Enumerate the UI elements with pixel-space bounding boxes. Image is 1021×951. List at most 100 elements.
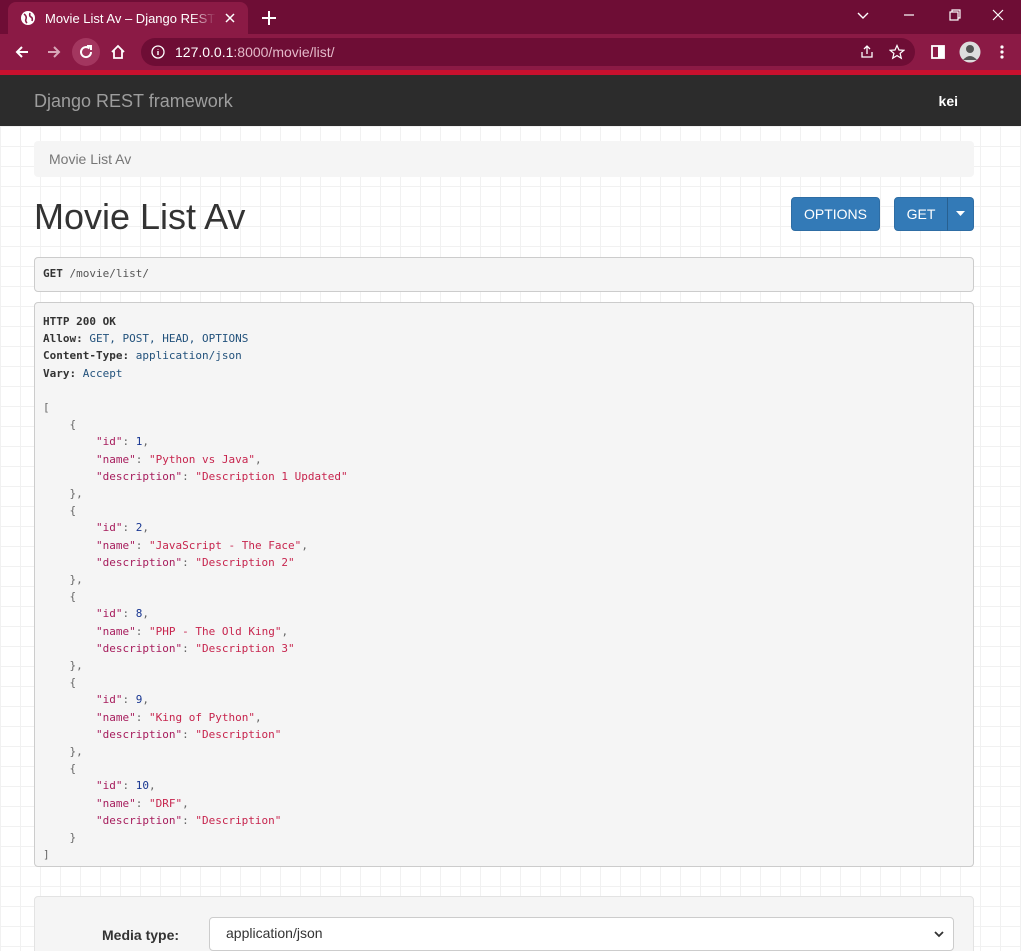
page-content: Movie List Av Movie List Av OPTIONS GET … [0, 126, 1021, 951]
json-comma: , [142, 521, 149, 535]
json-key: "description" [95, 727, 183, 741]
json-colon: : [135, 538, 149, 552]
json-string-value: "Description 3" [195, 641, 295, 655]
json-colon: : [135, 710, 149, 724]
header-colon: : [76, 332, 90, 346]
menu-icon[interactable] [988, 38, 1016, 66]
back-icon[interactable] [8, 38, 36, 66]
reload-icon[interactable] [72, 38, 100, 66]
json-string-value: "JavaScript - The Face" [148, 538, 302, 552]
media-type-label: Media type: [102, 927, 180, 943]
url-host: 127.0.0.1 [175, 44, 234, 60]
forward-icon[interactable] [40, 38, 68, 66]
json-number-value: 10 [135, 779, 149, 793]
header-name: Allow [43, 332, 77, 346]
request-info: GET /movie/list/ [34, 257, 974, 292]
url-path: :8000/movie/list/ [233, 44, 335, 60]
json-colon: : [182, 813, 196, 827]
json-brace: { [69, 762, 77, 776]
bookmark-star-icon[interactable] [889, 44, 905, 60]
json-brace: } [69, 831, 77, 845]
header-value: Accept [82, 366, 123, 380]
response-status: HTTP 200 OK [43, 315, 116, 328]
user-menu[interactable]: kei [939, 93, 958, 109]
json-key: "name" [95, 796, 136, 810]
json-colon: : [182, 641, 196, 655]
json-string-value: "King of Python" [148, 710, 255, 724]
json-bracket: ] [43, 848, 50, 862]
json-comma: , [254, 710, 262, 724]
json-colon: : [135, 796, 149, 810]
json-key: "description" [95, 555, 183, 569]
json-comma: , [142, 435, 149, 449]
json-colon: : [122, 435, 136, 449]
caret-down-icon [956, 211, 965, 216]
header-colon: : [122, 349, 136, 363]
json-bracket: [ [43, 401, 50, 415]
media-type-select[interactable]: application/json [209, 917, 954, 951]
get-format-dropdown[interactable] [947, 197, 974, 231]
header-colon: : [69, 366, 83, 380]
json-key: "name" [95, 624, 136, 638]
drf-navbar: Django REST framework kei [0, 75, 1021, 126]
tab-title: Movie List Av – Django REST framework [45, 10, 216, 26]
get-button[interactable]: GET [894, 197, 948, 231]
new-tab-icon[interactable] [258, 7, 280, 29]
restore-icon[interactable] [932, 0, 978, 30]
json-key: "name" [95, 538, 136, 552]
json-key: "id" [95, 607, 123, 621]
json-brace: }, [69, 573, 83, 587]
minimize-icon[interactable] [886, 0, 932, 30]
header-value: GET, POST, HEAD, OPTIONS [89, 332, 249, 346]
profile-avatar[interactable] [956, 38, 984, 66]
json-brace: }, [69, 487, 83, 501]
json-string-value: "Description 2" [195, 555, 295, 569]
browser-tab-bar: Movie List Av – Django REST framework [0, 0, 1021, 34]
address-bar[interactable]: 127.0.0.1:8000/movie/list/ [141, 38, 915, 66]
json-colon: : [182, 727, 196, 741]
browser-tab[interactable]: Movie List Av – Django REST framework [8, 2, 248, 34]
json-colon: : [122, 607, 136, 621]
share-icon[interactable] [859, 44, 875, 60]
request-method: GET [43, 267, 63, 280]
json-key: "description" [95, 641, 183, 655]
json-key: "id" [95, 435, 123, 449]
json-colon: : [122, 521, 136, 535]
json-comma: , [142, 693, 149, 707]
json-colon: : [135, 452, 149, 466]
json-comma: , [148, 779, 156, 793]
json-comma: , [182, 796, 189, 810]
tab-search-icon[interactable] [840, 0, 886, 30]
header-name: Vary [43, 366, 70, 380]
close-tab-icon[interactable] [222, 10, 238, 26]
json-brace: }, [69, 745, 83, 759]
close-window-icon[interactable] [975, 0, 1021, 30]
json-brace: { [69, 504, 77, 518]
side-panel-icon[interactable] [924, 38, 952, 66]
json-string-value: "PHP - The Old King" [148, 624, 282, 638]
brand-link[interactable]: Django REST framework [34, 91, 233, 112]
json-brace: { [69, 676, 77, 690]
breadcrumb: Movie List Av [34, 141, 974, 177]
json-colon: : [122, 693, 136, 707]
json-brace: { [69, 590, 77, 604]
browser-toolbar: 127.0.0.1:8000/movie/list/ [0, 34, 1021, 70]
media-type-value: application/json [226, 925, 323, 941]
json-key: "description" [95, 469, 183, 483]
json-colon: : [135, 624, 149, 638]
header-value: application/json [135, 349, 242, 363]
breadcrumb-item[interactable]: Movie List Av [49, 151, 131, 167]
page-title: Movie List Av [34, 196, 246, 237]
chevron-down-icon [934, 931, 944, 938]
json-colon: : [122, 779, 136, 793]
json-key: "description" [95, 813, 183, 827]
json-comma: , [142, 607, 149, 621]
json-comma: , [254, 452, 262, 466]
json-key: "name" [95, 710, 136, 724]
options-button[interactable]: OPTIONS [791, 197, 880, 231]
request-path: /movie/list/ [69, 267, 149, 280]
info-icon[interactable] [151, 45, 165, 59]
json-comma: , [281, 624, 289, 638]
home-icon[interactable] [104, 38, 132, 66]
json-key: "id" [95, 693, 123, 707]
